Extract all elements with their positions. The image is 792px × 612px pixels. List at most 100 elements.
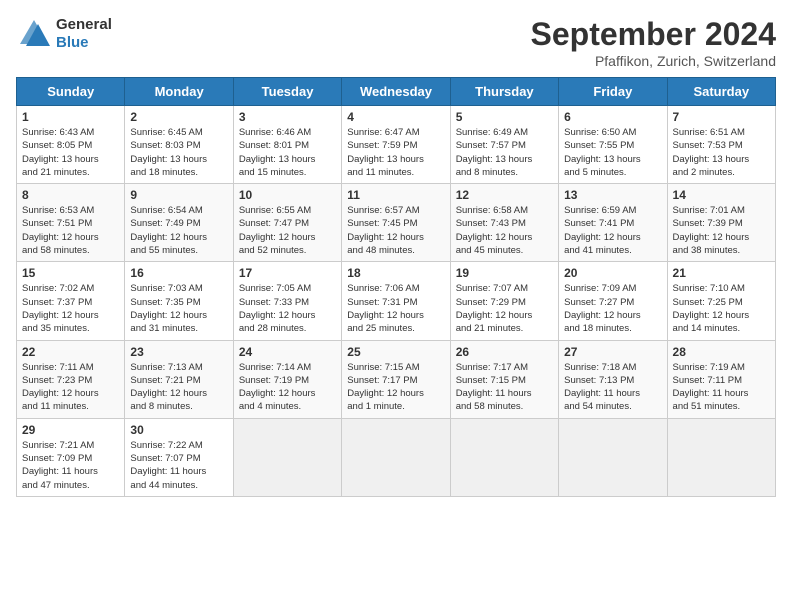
calendar-cell: 15 Sunrise: 7:02 AMSunset: 7:37 PMDayligh… xyxy=(17,262,125,340)
day-number: 25 xyxy=(347,345,444,359)
calendar-cell xyxy=(233,418,341,496)
cell-details: Sunrise: 6:45 AMSunset: 8:03 PMDaylight:… xyxy=(130,126,227,179)
calendar-cell: 8Sunrise: 6:53 AMSunset: 7:51 PMDaylight… xyxy=(17,184,125,262)
main-title: September 2024 xyxy=(531,16,776,53)
day-number: 10 xyxy=(239,188,336,202)
day-number: 30 xyxy=(130,423,227,437)
day-number: 19 xyxy=(456,266,553,280)
calendar-cell: 24 Sunrise: 7:14 AMSunset: 7:19 PMDayligh… xyxy=(233,340,341,418)
calendar-cell: 29 Sunrise: 7:21 AMSunset: 7:09 PMDayligh… xyxy=(17,418,125,496)
calendar-cell: 3 Sunrise: 6:46 AMSunset: 8:01 PMDaylight… xyxy=(233,106,341,184)
calendar-cell: 19 Sunrise: 7:07 AMSunset: 7:29 PMDayligh… xyxy=(450,262,558,340)
day-number: 24 xyxy=(239,345,336,359)
cell-details: Sunrise: 7:01 AMSunset: 7:39 PMDaylight:… xyxy=(673,204,770,257)
calendar-cell: 26Sunrise: 7:17 AMSunset: 7:15 PMDayligh… xyxy=(450,340,558,418)
cell-details: Sunrise: 7:11 AMSunset: 7:23 PMDaylight:… xyxy=(22,361,119,414)
calendar-cell: 5Sunrise: 6:49 AMSunset: 7:57 PMDaylight… xyxy=(450,106,558,184)
day-number: 1 xyxy=(22,110,119,124)
calendar-cell: 4 Sunrise: 6:47 AMSunset: 7:59 PMDaylight… xyxy=(342,106,450,184)
day-number: 4 xyxy=(347,110,444,124)
calendar-cell: 21Sunrise: 7:10 AMSunset: 7:25 PMDayligh… xyxy=(667,262,775,340)
day-number: 20 xyxy=(564,266,661,280)
cell-details: Sunrise: 6:43 AMSunset: 8:05 PMDaylight:… xyxy=(22,126,119,179)
calendar-cell: 16 Sunrise: 7:03 AMSunset: 7:35 PMDayligh… xyxy=(125,262,233,340)
day-header-sunday: Sunday xyxy=(17,78,125,106)
cell-details: Sunrise: 6:47 AMSunset: 7:59 PMDaylight:… xyxy=(347,126,444,179)
day-number: 29 xyxy=(22,423,119,437)
cell-details: Sunrise: 7:09 AMSunset: 7:27 PMDaylight:… xyxy=(564,282,661,335)
day-number: 7 xyxy=(673,110,770,124)
cell-details: Sunrise: 6:50 AMSunset: 7:55 PMDaylight:… xyxy=(564,126,661,179)
calendar-cell: 2 Sunrise: 6:45 AMSunset: 8:03 PMDaylight… xyxy=(125,106,233,184)
calendar-cell xyxy=(667,418,775,496)
cell-details: Sunrise: 7:17 AMSunset: 7:15 PMDaylight:… xyxy=(456,361,553,414)
logo-text: General Blue xyxy=(56,16,112,52)
day-number: 11 xyxy=(347,188,444,202)
day-number: 2 xyxy=(130,110,227,124)
day-number: 15 xyxy=(22,266,119,280)
cell-details: Sunrise: 7:21 AMSunset: 7:09 PMDaylight:… xyxy=(22,439,119,492)
day-number: 17 xyxy=(239,266,336,280)
calendar-cell: 12 Sunrise: 6:58 AMSunset: 7:43 PMDayligh… xyxy=(450,184,558,262)
cell-details: Sunrise: 6:55 AMSunset: 7:47 PMDaylight:… xyxy=(239,204,336,257)
calendar-week-row: 1 Sunrise: 6:43 AMSunset: 8:05 PMDaylight… xyxy=(17,106,776,184)
day-number: 9 xyxy=(130,188,227,202)
logo-icon xyxy=(16,16,52,52)
day-number: 3 xyxy=(239,110,336,124)
calendar-table: SundayMondayTuesdayWednesdayThursdayFrid… xyxy=(16,77,776,497)
cell-details: Sunrise: 7:03 AMSunset: 7:35 PMDaylight:… xyxy=(130,282,227,335)
day-number: 23 xyxy=(130,345,227,359)
calendar-cell: 11 Sunrise: 6:57 AMSunset: 7:45 PMDayligh… xyxy=(342,184,450,262)
cell-details: Sunrise: 7:06 AMSunset: 7:31 PMDaylight:… xyxy=(347,282,444,335)
day-number: 21 xyxy=(673,266,770,280)
day-header-tuesday: Tuesday xyxy=(233,78,341,106)
calendar-cell: 17 Sunrise: 7:05 AMSunset: 7:33 PMDayligh… xyxy=(233,262,341,340)
day-number: 14 xyxy=(673,188,770,202)
logo: General Blue xyxy=(16,16,112,52)
cell-details: Sunrise: 7:14 AMSunset: 7:19 PMDaylight:… xyxy=(239,361,336,414)
calendar-week-row: 8Sunrise: 6:53 AMSunset: 7:51 PMDaylight… xyxy=(17,184,776,262)
cell-details: Sunrise: 7:15 AMSunset: 7:17 PMDaylight:… xyxy=(347,361,444,414)
title-section: September 2024 Pfaffikon, Zurich, Switze… xyxy=(531,16,776,69)
day-header-saturday: Saturday xyxy=(667,78,775,106)
day-number: 13 xyxy=(564,188,661,202)
subtitle: Pfaffikon, Zurich, Switzerland xyxy=(531,53,776,69)
days-of-week-row: SundayMondayTuesdayWednesdayThursdayFrid… xyxy=(17,78,776,106)
day-number: 12 xyxy=(456,188,553,202)
day-number: 22 xyxy=(22,345,119,359)
day-number: 16 xyxy=(130,266,227,280)
calendar-cell: 9 Sunrise: 6:54 AMSunset: 7:49 PMDaylight… xyxy=(125,184,233,262)
day-number: 18 xyxy=(347,266,444,280)
calendar-cell xyxy=(450,418,558,496)
calendar-cell: 14 Sunrise: 7:01 AMSunset: 7:39 PMDayligh… xyxy=(667,184,775,262)
day-header-friday: Friday xyxy=(559,78,667,106)
calendar-cell xyxy=(342,418,450,496)
day-header-monday: Monday xyxy=(125,78,233,106)
cell-details: Sunrise: 6:58 AMSunset: 7:43 PMDaylight:… xyxy=(456,204,553,257)
cell-details: Sunrise: 7:07 AMSunset: 7:29 PMDaylight:… xyxy=(456,282,553,335)
calendar-cell: 6 Sunrise: 6:50 AMSunset: 7:55 PMDaylight… xyxy=(559,106,667,184)
calendar-cell: 28Sunrise: 7:19 AMSunset: 7:11 PMDayligh… xyxy=(667,340,775,418)
calendar-body: 1 Sunrise: 6:43 AMSunset: 8:05 PMDaylight… xyxy=(17,106,776,497)
day-number: 6 xyxy=(564,110,661,124)
calendar-cell: 13 Sunrise: 6:59 AMSunset: 7:41 PMDayligh… xyxy=(559,184,667,262)
calendar-cell: 7 Sunrise: 6:51 AMSunset: 7:53 PMDaylight… xyxy=(667,106,775,184)
day-header-wednesday: Wednesday xyxy=(342,78,450,106)
calendar-cell: 10 Sunrise: 6:55 AMSunset: 7:47 PMDayligh… xyxy=(233,184,341,262)
cell-details: Sunrise: 6:57 AMSunset: 7:45 PMDaylight:… xyxy=(347,204,444,257)
cell-details: Sunrise: 7:18 AMSunset: 7:13 PMDaylight:… xyxy=(564,361,661,414)
day-header-thursday: Thursday xyxy=(450,78,558,106)
cell-details: Sunrise: 6:46 AMSunset: 8:01 PMDaylight:… xyxy=(239,126,336,179)
cell-details: Sunrise: 7:05 AMSunset: 7:33 PMDaylight:… xyxy=(239,282,336,335)
calendar-week-row: 29 Sunrise: 7:21 AMSunset: 7:09 PMDayligh… xyxy=(17,418,776,496)
cell-details: Sunrise: 7:13 AMSunset: 7:21 PMDaylight:… xyxy=(130,361,227,414)
cell-details: Sunrise: 7:02 AMSunset: 7:37 PMDaylight:… xyxy=(22,282,119,335)
cell-details: Sunrise: 6:59 AMSunset: 7:41 PMDaylight:… xyxy=(564,204,661,257)
calendar-week-row: 22 Sunrise: 7:11 AMSunset: 7:23 PMDayligh… xyxy=(17,340,776,418)
cell-details: Sunrise: 7:19 AMSunset: 7:11 PMDaylight:… xyxy=(673,361,770,414)
cell-details: Sunrise: 6:51 AMSunset: 7:53 PMDaylight:… xyxy=(673,126,770,179)
cell-details: Sunrise: 6:49 AMSunset: 7:57 PMDaylight:… xyxy=(456,126,553,179)
cell-details: Sunrise: 6:53 AMSunset: 7:51 PMDaylight:… xyxy=(22,204,119,257)
cell-details: Sunrise: 6:54 AMSunset: 7:49 PMDaylight:… xyxy=(130,204,227,257)
calendar-cell: 23 Sunrise: 7:13 AMSunset: 7:21 PMDayligh… xyxy=(125,340,233,418)
